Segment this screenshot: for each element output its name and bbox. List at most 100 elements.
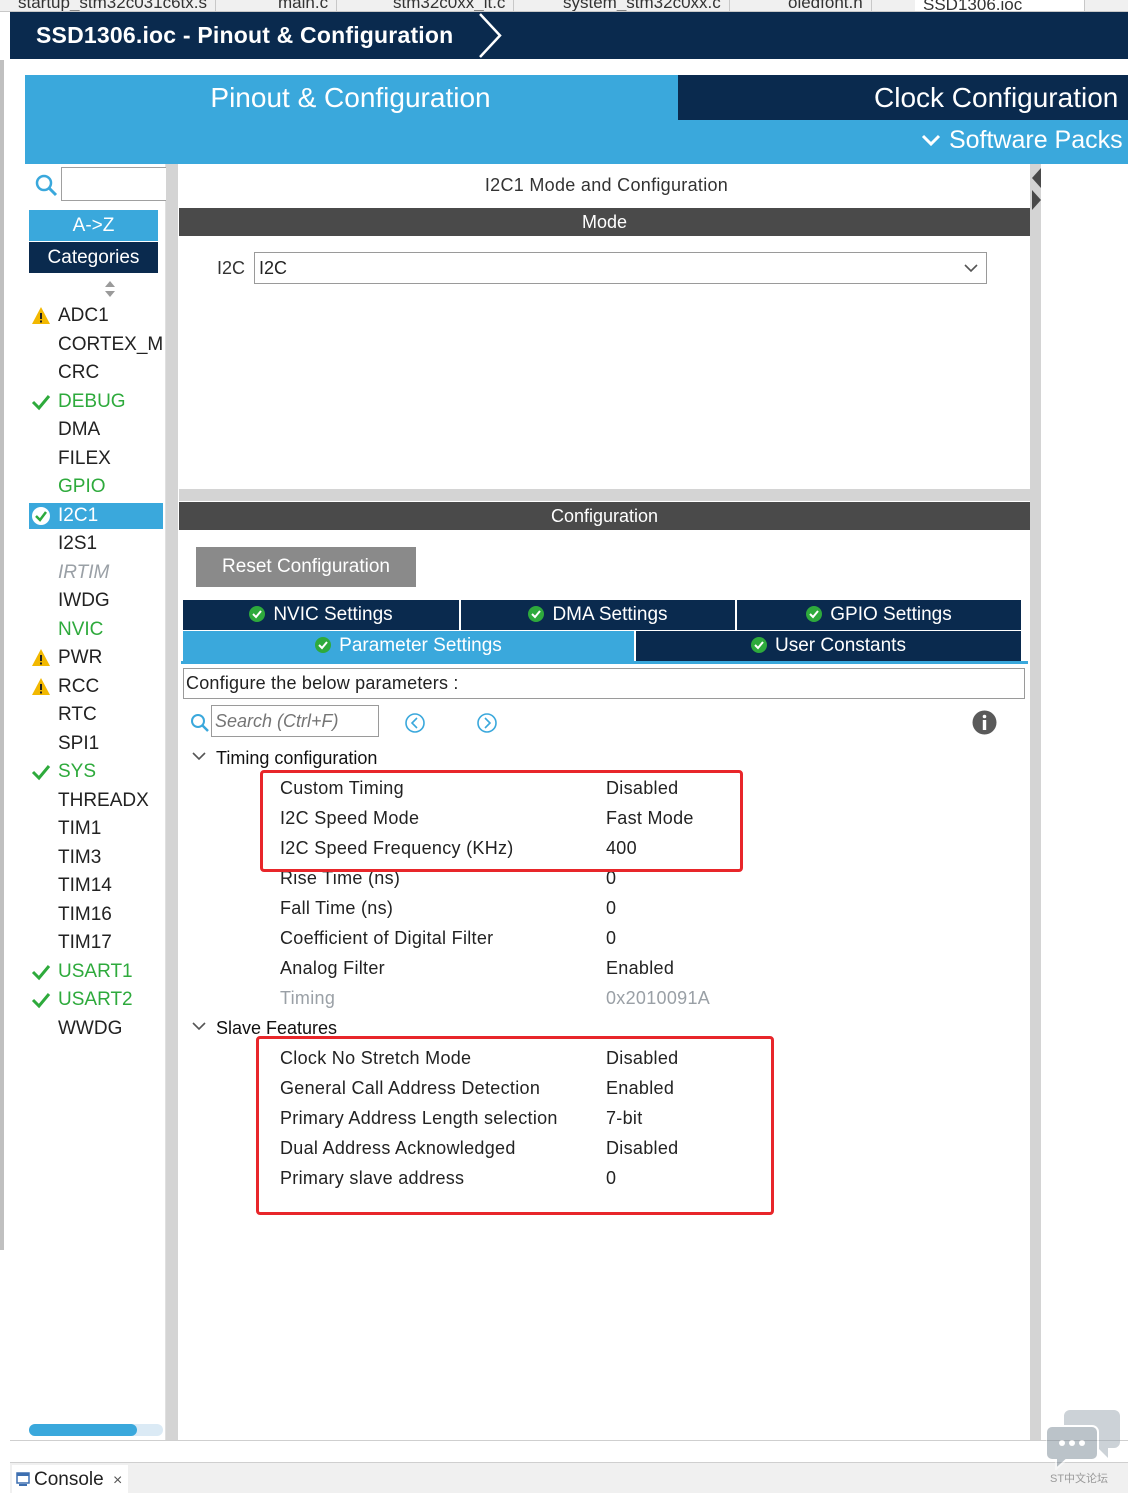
category-label: DEBUG	[58, 390, 126, 412]
param-row[interactable]: Fall Time (ns) 0	[280, 898, 1020, 926]
watermark-text: ST中文论坛	[1050, 1473, 1109, 1485]
close-icon[interactable]: ×	[113, 1472, 122, 1489]
category-item-i2c1[interactable]: I2C1	[29, 502, 163, 529]
param-row[interactable]: Analog Filter Enabled	[280, 958, 1020, 986]
next-match-icon[interactable]	[476, 712, 498, 734]
category-item-tim1[interactable]: TIM1	[29, 816, 163, 842]
category-item-wwdg[interactable]: WWDG	[29, 1016, 163, 1042]
chevron-down-icon	[964, 264, 978, 273]
category-item-iwdg[interactable]: IWDG	[29, 588, 163, 614]
category-label: SYS	[58, 761, 97, 782]
category-item-rtc[interactable]: RTC	[29, 702, 163, 728]
tab-underline	[181, 661, 1028, 664]
tab-label: GPIO Settings	[830, 604, 952, 625]
tab-clock-configuration[interactable]: Clock Configuration	[678, 75, 1128, 120]
tab-gpio-settings[interactable]: GPIO Settings	[737, 600, 1021, 630]
category-item-spi1[interactable]: SPI1	[29, 731, 163, 757]
sort-az-button[interactable]: A->Z	[29, 210, 158, 241]
reset-configuration-button[interactable]: Reset Configuration	[196, 547, 416, 587]
category-item-filex[interactable]: FILEX	[29, 446, 163, 472]
tab-pinout-configuration[interactable]: Pinout & Configuration	[25, 75, 676, 120]
check-icon	[31, 964, 51, 980]
category-item-i2s1[interactable]: I2S1	[29, 531, 163, 557]
param-value: 0	[606, 898, 617, 918]
category-item-gpio[interactable]: GPIO	[29, 474, 163, 500]
tab-parameter-settings[interactable]: Parameter Settings	[183, 631, 634, 661]
category-item-sys[interactable]: SYS	[29, 759, 163, 785]
chevron-down-icon	[192, 752, 206, 761]
category-item-threadx[interactable]: THREADX	[29, 788, 163, 814]
editor-tab-active[interactable]: SSD1306.ioc	[915, 0, 1085, 11]
console-tab[interactable]: Console ×	[12, 1465, 129, 1493]
param-name: Analog Filter	[280, 958, 385, 978]
tab-nvic-settings[interactable]: NVIC Settings	[183, 600, 459, 630]
sort-arrows-icon[interactable]	[103, 280, 117, 298]
category-item-tim16[interactable]: TIM16	[29, 902, 163, 928]
param-group-label: Slave Features	[216, 1018, 338, 1038]
editor-tab[interactable]: oledfont.h	[780, 0, 872, 11]
parameter-search-input[interactable]	[211, 705, 379, 737]
category-item-debug[interactable]: DEBUG	[29, 389, 163, 415]
category-item-usart1[interactable]: USART1	[29, 959, 163, 985]
param-row[interactable]: Rise Time (ns) 0	[280, 868, 1020, 896]
editor-tab[interactable]: startup_stm32c031c6tx.s	[10, 0, 216, 11]
category-item-dma[interactable]: DMA	[29, 417, 163, 443]
category-label: TIM16	[58, 903, 112, 925]
i2c-mode-select[interactable]: I2C	[254, 252, 987, 284]
category-item-rcc[interactable]: RCC	[29, 674, 163, 700]
editor-tab[interactable]: stm32c0xx_it.c	[385, 0, 515, 11]
panel-splitter-horizontal[interactable]	[179, 489, 1030, 501]
console-icon	[16, 1472, 30, 1486]
category-item-crc[interactable]: CRC	[29, 360, 163, 386]
tab-label: Parameter Settings	[339, 635, 502, 656]
i2c-mode-label: I2C	[217, 258, 246, 278]
param-row[interactable]: Coefficient of Digital Filter 0	[280, 928, 1020, 956]
tab-label: NVIC Settings	[273, 604, 393, 625]
breadcrumb-bar: SSD1306.ioc - Pinout & Configuration	[10, 12, 1128, 59]
previous-match-icon[interactable]	[404, 712, 426, 734]
console-bar	[10, 1462, 1128, 1493]
category-item-tim14[interactable]: TIM14	[29, 873, 163, 899]
category-label: I2S1	[58, 533, 98, 554]
software-packs-menu[interactable]: Software Packs	[920, 126, 1123, 155]
category-label: ADC1	[58, 305, 109, 326]
category-item-usart2[interactable]: USART2	[29, 987, 163, 1013]
category-label: GPIO	[58, 476, 106, 497]
category-label: TIM3	[58, 846, 102, 868]
panel-splitter-right[interactable]	[1030, 164, 1041, 1440]
panel-splitter[interactable]	[166, 164, 178, 1440]
highlight-box	[256, 1036, 774, 1215]
search-icon[interactable]	[34, 173, 58, 197]
category-label: IRTIM	[58, 561, 110, 583]
category-label: FILEX	[58, 447, 111, 469]
tab-dma-settings[interactable]: DMA Settings	[461, 600, 735, 630]
chevron-down-icon	[921, 134, 941, 147]
categories-button[interactable]: Categories	[29, 242, 158, 273]
info-icon[interactable]	[972, 710, 997, 735]
category-search-input[interactable]	[61, 167, 167, 201]
category-item-pwr[interactable]: PWR	[29, 645, 163, 671]
category-item-adc1[interactable]: ADC1	[29, 303, 163, 329]
category-label: DMA	[58, 419, 101, 440]
check-circle-icon	[806, 606, 823, 622]
check-icon	[31, 765, 51, 781]
search-icon[interactable]	[190, 713, 210, 733]
param-row[interactable]: Timing 0x2010091A	[280, 988, 1020, 1016]
editor-tab[interactable]: main.c	[270, 0, 338, 11]
param-value: Enabled	[606, 958, 675, 978]
param-group-header[interactable]: Timing configuration	[190, 748, 377, 769]
check-circle-icon	[32, 506, 50, 525]
category-item-tim3[interactable]: TIM3	[29, 845, 163, 871]
category-item-cortex-m0-[interactable]: CORTEX_M0+	[29, 332, 163, 358]
scrollbar-thumb[interactable]	[29, 1424, 137, 1436]
warning-icon	[32, 677, 50, 695]
category-label: CORTEX_M0+	[58, 333, 163, 355]
category-item-nvic[interactable]: NVIC	[29, 617, 163, 643]
category-item-tim17[interactable]: TIM17	[29, 930, 163, 956]
software-packs-label: Software Packs	[948, 126, 1123, 154]
tab-user-constants[interactable]: User Constants	[636, 631, 1021, 661]
category-item-irtim[interactable]: IRTIM	[29, 560, 163, 586]
category-label: THREADX	[58, 789, 149, 811]
category-label: USART1	[58, 960, 133, 982]
editor-tab[interactable]: system_stm32c0xx.c	[555, 0, 730, 11]
